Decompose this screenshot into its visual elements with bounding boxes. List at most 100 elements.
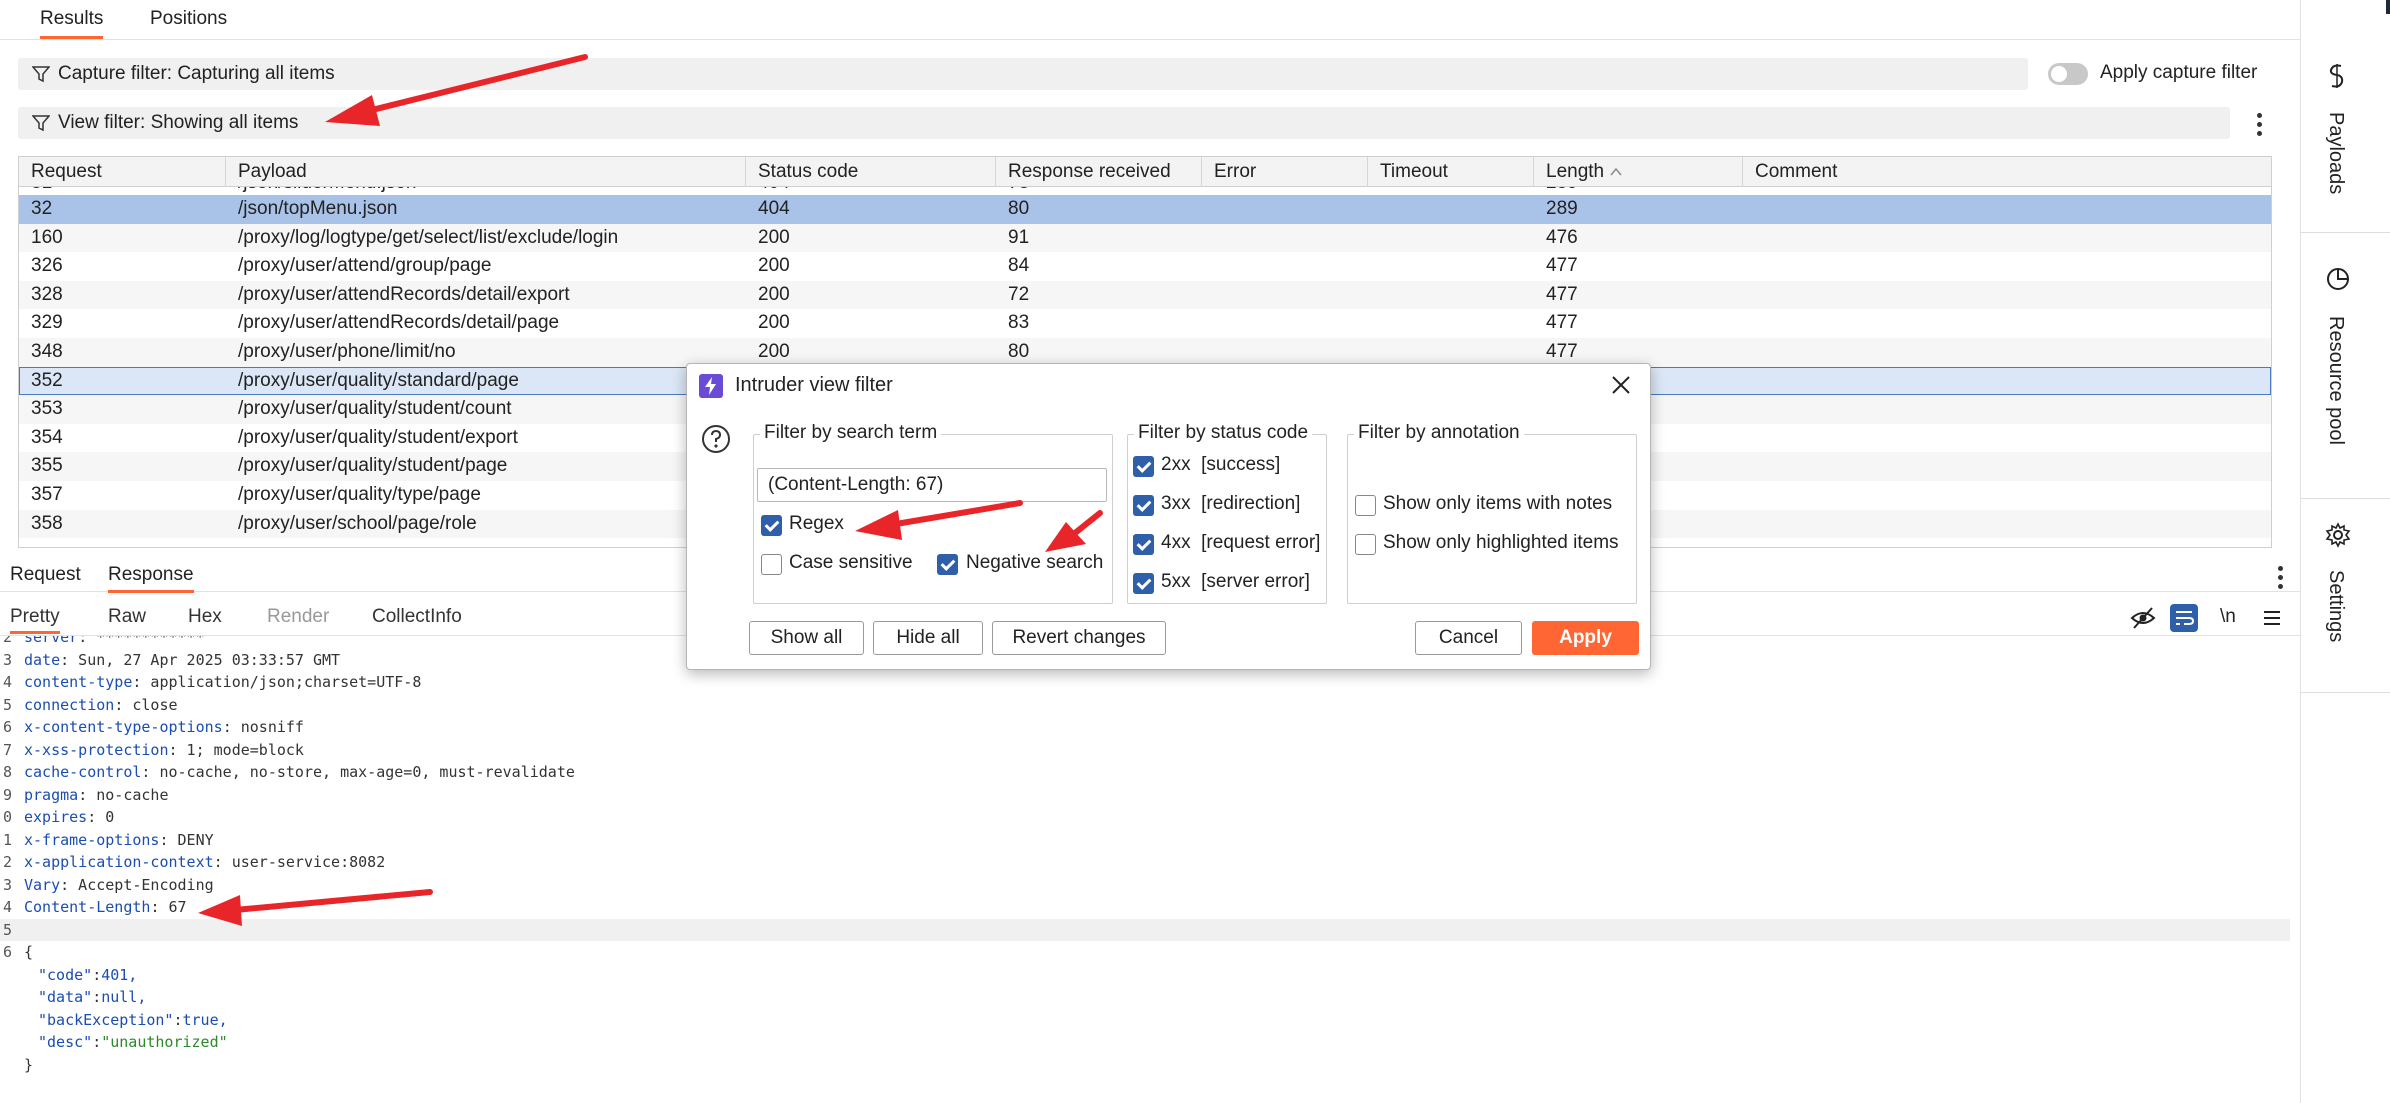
tab-pretty[interactable]: Pretty (10, 606, 60, 634)
code-text: "code":401, (38, 965, 138, 984)
cell-length: 289 (1546, 198, 1578, 219)
cell-request: 326 (31, 255, 63, 277)
code-text: } (24, 1054, 33, 1077)
tab-response[interactable]: Response (108, 564, 194, 593)
column-payload[interactable]: Payload (226, 157, 746, 187)
code-line: 8 cache-control: no-cache, no-store, max-… (0, 761, 2290, 784)
code-text: x-application-context: user-service:8082 (24, 853, 386, 871)
sidebar-item-settings[interactable]: Settings (2324, 570, 2347, 642)
case-sensitive-checkbox[interactable] (761, 554, 782, 575)
pie-chart-icon[interactable] (2325, 266, 2351, 292)
code-text: "backException":true, (38, 1010, 228, 1029)
hide-all-button[interactable]: Hide all (873, 621, 983, 655)
menu-icon[interactable] (2262, 608, 2282, 628)
response-body[interactable]: 2 server: ************ 3 date: Sun, 27 Apr … (0, 636, 2290, 1081)
tab-collectinfo[interactable]: CollectInfo (372, 606, 462, 628)
regex-checkbox[interactable] (761, 515, 782, 536)
table-row[interactable]: 329/proxy/user/attendRecords/detail/page… (19, 309, 2271, 338)
code-text: { (24, 941, 33, 964)
status-3xx-label: 3xx [redirection] (1161, 493, 1301, 514)
highlighted-items-checkbox[interactable] (1355, 534, 1376, 555)
code-text: expires: 0 (24, 808, 115, 826)
table-row[interactable]: 328/proxy/user/attendRecords/detail/expo… (19, 280, 2271, 310)
apply-capture-filter-toggle[interactable] (2048, 63, 2088, 85)
view-filter-label: View filter: Showing all items (58, 112, 299, 133)
header-value: user-service:8082 (222, 853, 386, 871)
apply-button[interactable]: Apply (1532, 621, 1639, 655)
search-term-input[interactable]: (Content-Length: 67) (757, 468, 1107, 502)
header-value: no-cache (87, 785, 169, 804)
code-text: cache-control: no-cache, no-store, max-a… (24, 763, 575, 781)
payloads-icon[interactable] (2325, 62, 2349, 90)
table-row[interactable]: 32/json/topMenu.json 404 80 289 (19, 195, 2271, 224)
cell-payload: /proxy/user/quality/standard/page (238, 369, 519, 391)
cell-status-code: 200 (758, 226, 790, 248)
more-options-icon[interactable] (2275, 564, 2285, 590)
help-icon[interactable] (701, 424, 731, 454)
tab-hex[interactable]: Hex (188, 606, 222, 628)
status-4xx-checkbox[interactable] (1133, 534, 1154, 555)
column-response-received[interactable]: Response received (996, 157, 1202, 187)
code-text: "desc":"unauthorized" (38, 1033, 228, 1051)
table-row[interactable]: 160/proxy/log/logtype/get/select/list/ex… (19, 223, 2271, 253)
status-2xx-label: 2xx [success] (1161, 454, 1281, 475)
header-value: close (123, 695, 178, 714)
close-icon[interactable] (1610, 374, 1632, 396)
table-row[interactable]: 326/proxy/user/attend/group/page 200 84 477 (19, 252, 2271, 281)
tab-positions[interactable]: Positions (150, 8, 227, 30)
filter-icon (32, 66, 50, 83)
capture-filter-bar[interactable]: Capture filter: Capturing all items (18, 58, 2028, 90)
header-name: connection (24, 695, 115, 714)
intruder-window: Results Positions Capture filter: Captur… (0, 0, 2390, 1103)
column-length[interactable]: Length (1534, 157, 1743, 187)
tab-raw[interactable]: Raw (108, 606, 146, 628)
show-all-button[interactable]: Show all (749, 621, 864, 655)
eye-hidden-icon[interactable] (2130, 606, 2156, 630)
header-value: 1; mode=block (177, 740, 304, 759)
items-with-notes-label: Show only items with notes (1383, 493, 1613, 514)
more-options-icon[interactable] (2254, 111, 2264, 137)
column-error[interactable]: Error (1202, 157, 1368, 187)
status-3xx-checkbox[interactable] (1133, 495, 1154, 516)
cell-length: 477 (1546, 283, 1578, 305)
items-with-notes-checkbox[interactable] (1355, 495, 1376, 516)
dialog-title: Intruder view filter (735, 374, 893, 396)
line-number: 7 (2, 740, 12, 759)
negative-search-checkbox[interactable] (937, 554, 958, 575)
cell-payload: /json/topMenu.json (238, 198, 398, 219)
newline-toggle[interactable]: \n (2220, 606, 2236, 628)
line-number: 6 (2, 943, 12, 961)
cancel-button[interactable]: Cancel (1415, 621, 1522, 655)
view-filter-bar[interactable]: View filter: Showing all items (18, 107, 2230, 139)
column-request[interactable]: Request (19, 157, 226, 187)
cell-request: 352 (31, 369, 63, 391)
gear-icon[interactable] (2325, 522, 2351, 548)
code-line: "code":401, (0, 964, 2290, 987)
cell-payload: /proxy/user/quality/student/count (238, 398, 512, 420)
cell-status-code: 200 (758, 341, 790, 362)
status-5xx-checkbox[interactable] (1133, 573, 1154, 594)
code-text: content-type: application/json;charset=U… (24, 673, 422, 691)
tab-results[interactable]: Results (40, 8, 104, 39)
column-comment[interactable]: Comment (1743, 157, 2271, 187)
top-tab-bar: Results Positions (0, 0, 2300, 40)
cell-request: 358 (31, 512, 63, 534)
filter-icon (32, 115, 50, 132)
tab-render[interactable]: Render (267, 606, 329, 628)
wrap-lines-icon[interactable] (2170, 604, 2198, 632)
column-timeout[interactable]: Timeout (1368, 157, 1534, 187)
tab-request[interactable]: Request (10, 564, 81, 586)
header-name: x-frame-options (24, 830, 160, 849)
revert-changes-button[interactable]: Revert changes (992, 621, 1166, 655)
header-value: 0 (96, 808, 115, 826)
status-2xx-checkbox[interactable] (1133, 456, 1154, 477)
sidebar-item-resource-pool[interactable]: Resource pool (2324, 316, 2347, 445)
header-value: Accept-Encoding (69, 875, 214, 894)
json-key: "data" (38, 988, 93, 1006)
header-value: 67 (159, 898, 187, 916)
code-text: connection: close (24, 695, 178, 714)
code-line: 5 (0, 918, 2290, 941)
sidebar-item-payloads[interactable]: Payloads (2324, 112, 2347, 194)
code-line: 1 x-frame-options: DENY (0, 829, 2290, 852)
column-status-code[interactable]: Status code (746, 157, 996, 187)
